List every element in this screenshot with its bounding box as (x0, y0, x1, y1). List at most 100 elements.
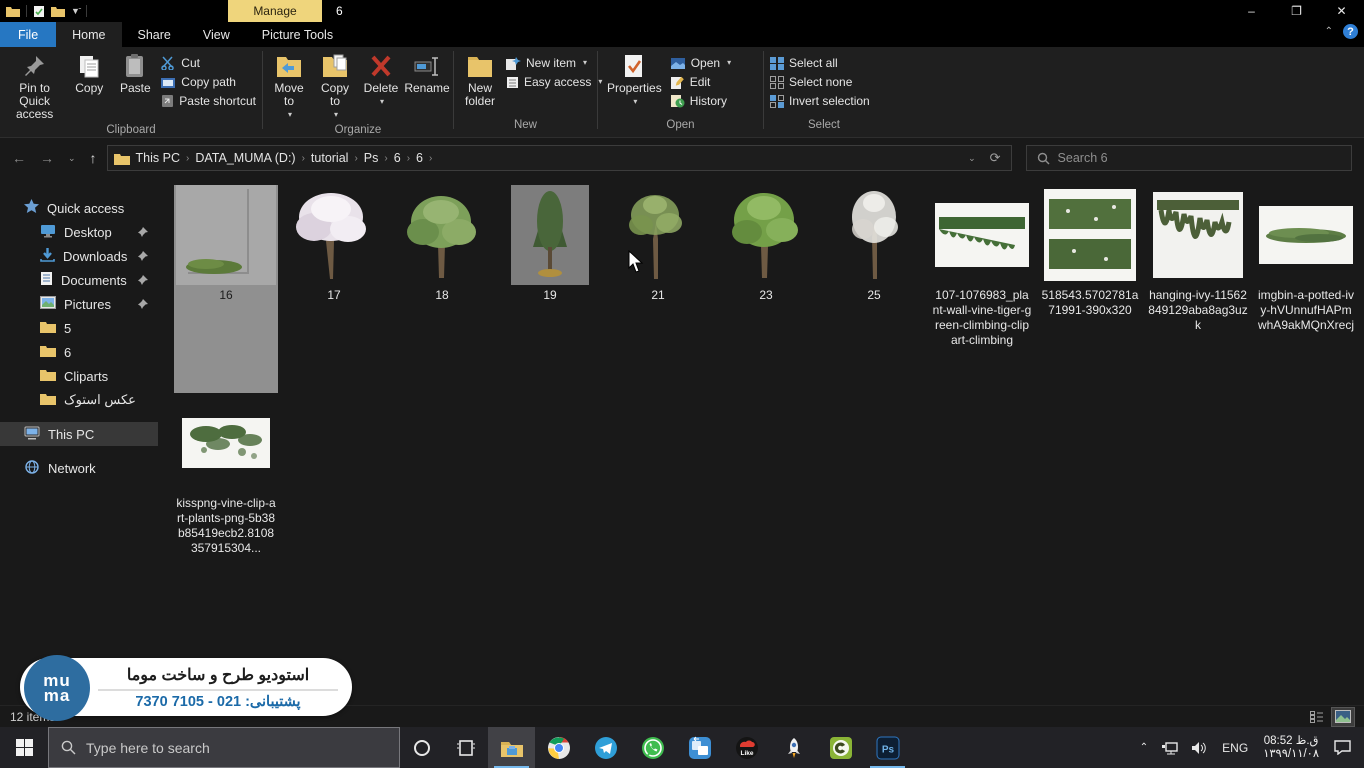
restore-button[interactable]: ❐ (1274, 0, 1319, 22)
file-tile[interactable]: 18 (390, 185, 494, 393)
ribbon-tab-home[interactable]: Home (56, 22, 121, 47)
sidebar-item-desktop[interactable]: Desktop (0, 220, 158, 244)
language-indicator[interactable]: ENG (1215, 741, 1255, 755)
delete-button[interactable]: Delete▾ (359, 51, 403, 111)
sidebar-item-5[interactable]: 5 (0, 316, 158, 340)
help-icon[interactable]: ? (1343, 24, 1358, 39)
sidebar-item-network[interactable]: Network (0, 456, 158, 480)
copy-path-button[interactable]: Copy path (161, 74, 256, 90)
file-tile[interactable]: 16 (174, 185, 278, 393)
clock[interactable]: 08:52 ق.ظ ۱۳۹۹/۱۱/۰۸ (1255, 735, 1327, 761)
breadcrumb-separator-icon[interactable]: › (405, 153, 412, 164)
details-view-toggle[interactable] (1306, 708, 1328, 726)
back-button[interactable]: ← (12, 150, 26, 166)
select-none-button[interactable]: Select none (770, 74, 870, 90)
breadcrumb-separator-icon[interactable]: › (352, 153, 359, 164)
forward-button[interactable]: → (40, 150, 54, 166)
taskbar-app-shareit[interactable] (676, 727, 723, 768)
taskbar-app-vpn-like[interactable]: Like (723, 727, 770, 768)
sidebar-item-quick-access[interactable]: Quick access (0, 196, 158, 220)
search-box[interactable]: Search 6 (1026, 145, 1352, 171)
taskbar-app-rocket-vpn[interactable] (770, 727, 817, 768)
invert-selection-button[interactable]: Invert selection (770, 93, 870, 109)
edit-button[interactable]: Edit (671, 74, 731, 90)
action-center-icon[interactable] (1327, 740, 1358, 755)
file-tile[interactable]: 23 (714, 185, 818, 393)
breadcrumb-segment[interactable]: DATA_MUMA (D:) (195, 151, 295, 165)
ribbon-tab-file[interactable]: File (0, 22, 56, 47)
qat-properties-icon[interactable] (33, 5, 45, 18)
paste-shortcut-button[interactable]: Paste shortcut (161, 93, 256, 109)
breadcrumb-separator-icon[interactable]: › (300, 153, 307, 164)
ribbon-tab-view[interactable]: View (187, 22, 246, 47)
select-all-button[interactable]: Select all (770, 55, 870, 71)
refresh-icon[interactable]: ⟳ (990, 150, 1001, 166)
copy-button[interactable]: Copy (67, 51, 111, 98)
breadcrumb-bar[interactable]: This PC›DATA_MUMA (D:)›tutorial›Ps›6›6› … (107, 145, 1012, 171)
tray-chevron-icon[interactable]: ⌃ (1133, 742, 1155, 753)
task-view-button[interactable] (444, 727, 488, 768)
open-button[interactable]: Open▾ (671, 55, 731, 71)
close-button[interactable]: ✕ (1319, 0, 1364, 22)
thumbnail-view-toggle[interactable] (1332, 708, 1354, 726)
minimize-button[interactable]: – (1229, 0, 1274, 22)
taskbar-app-telegram[interactable] (582, 727, 629, 768)
file-tile[interactable]: kisspng-vine-clip-art-plants-png-5b38b85… (174, 393, 278, 601)
breadcrumb-segment[interactable]: 6 (394, 151, 401, 165)
file-tile[interactable]: 19 (498, 185, 602, 393)
taskbar-app-file-explorer[interactable] (488, 727, 535, 768)
paste-button[interactable]: Paste (113, 51, 157, 98)
taskbar-app-camtasia[interactable] (817, 727, 864, 768)
new-folder-button[interactable]: New folder (458, 51, 502, 111)
file-tile[interactable]: imgbin-a-potted-ivy-hVUnnufHAPmwhA9akMQn… (1254, 185, 1358, 393)
file-tile[interactable]: 21 (606, 185, 710, 393)
pin-to-quick-access-button[interactable]: Pin to Quick access (4, 51, 65, 124)
sidebar-item-pictures[interactable]: Pictures (0, 292, 158, 316)
new-item-button[interactable]: New item▾ (506, 55, 602, 71)
copy-to-button[interactable]: Copy to▾ (313, 51, 357, 124)
sidebar-item-6[interactable]: 6 (0, 340, 158, 364)
breadcrumb-separator-icon[interactable]: › (184, 153, 191, 164)
volume-icon[interactable] (1185, 741, 1215, 755)
qat-customize-icon[interactable]: ▼̄ (71, 6, 80, 16)
file-tile[interactable]: 107-1076983_plant-wall-vine-tiger-green-… (930, 185, 1034, 393)
easy-access-button[interactable]: Easy access▾ (506, 74, 602, 90)
qat-new-folder-icon[interactable] (51, 5, 65, 17)
breadcrumb-segment[interactable]: Ps (364, 151, 379, 165)
file-tile[interactable]: hanging-ivy-11562849129aba8ag3uzk (1146, 185, 1250, 393)
address-dropdown-icon[interactable]: ⌄ (968, 153, 976, 164)
taskbar-app-whatsapp[interactable] (629, 727, 676, 768)
start-button[interactable] (0, 727, 48, 768)
sidebar-item-downloads[interactable]: Downloads (0, 244, 158, 268)
sidebar-item-documents[interactable]: Documents (0, 268, 158, 292)
cortana-button[interactable] (400, 727, 444, 768)
file-tile[interactable]: 17 (282, 185, 386, 393)
file-tile[interactable]: 25 (822, 185, 926, 393)
breadcrumb-segment[interactable]: 6 (416, 151, 423, 165)
taskbar-app-chrome[interactable] (535, 727, 582, 768)
taskbar-search-input[interactable]: Type here to search (48, 727, 400, 768)
sidebar-item-this-pc[interactable]: This PC (0, 422, 158, 446)
cut-button[interactable]: Cut (161, 55, 256, 71)
breadcrumb-segment[interactable]: tutorial (311, 151, 349, 165)
breadcrumb-separator-icon[interactable]: › (427, 153, 434, 164)
breadcrumb-segment[interactable]: This PC (136, 151, 180, 165)
file-list-area[interactable]: 16171819212325107-1076983_plant-wall-vin… (158, 178, 1364, 705)
history-button[interactable]: History (671, 93, 731, 109)
ribbon-collapse-icon[interactable]: ⌃ (1325, 26, 1333, 37)
network-icon[interactable] (1155, 741, 1185, 755)
recent-locations-icon[interactable]: ⌄ (68, 153, 76, 164)
sidebar-item-عکس-استوک[interactable]: عکس استوک (0, 388, 158, 412)
ribbon-tab-picture-tools[interactable]: Picture Tools (246, 22, 349, 47)
manage-ribbon-tab[interactable]: Manage (228, 0, 322, 22)
ribbon-tab-share[interactable]: Share (122, 22, 187, 47)
properties-button[interactable]: Properties▾ (602, 51, 667, 111)
breadcrumb[interactable]: This PC›DATA_MUMA (D:)›tutorial›Ps›6›6› (136, 151, 969, 165)
up-button[interactable]: ↑ (90, 150, 97, 166)
rename-button[interactable]: Rename (405, 51, 449, 98)
sidebar-item-cliparts[interactable]: Cliparts (0, 364, 158, 388)
file-tile[interactable]: 518543.5702781a71991-390x320 (1038, 185, 1142, 393)
breadcrumb-separator-icon[interactable]: › (382, 153, 389, 164)
move-to-button[interactable]: Move to▾ (267, 51, 311, 124)
taskbar-app-photoshop[interactable]: Ps (864, 727, 911, 768)
